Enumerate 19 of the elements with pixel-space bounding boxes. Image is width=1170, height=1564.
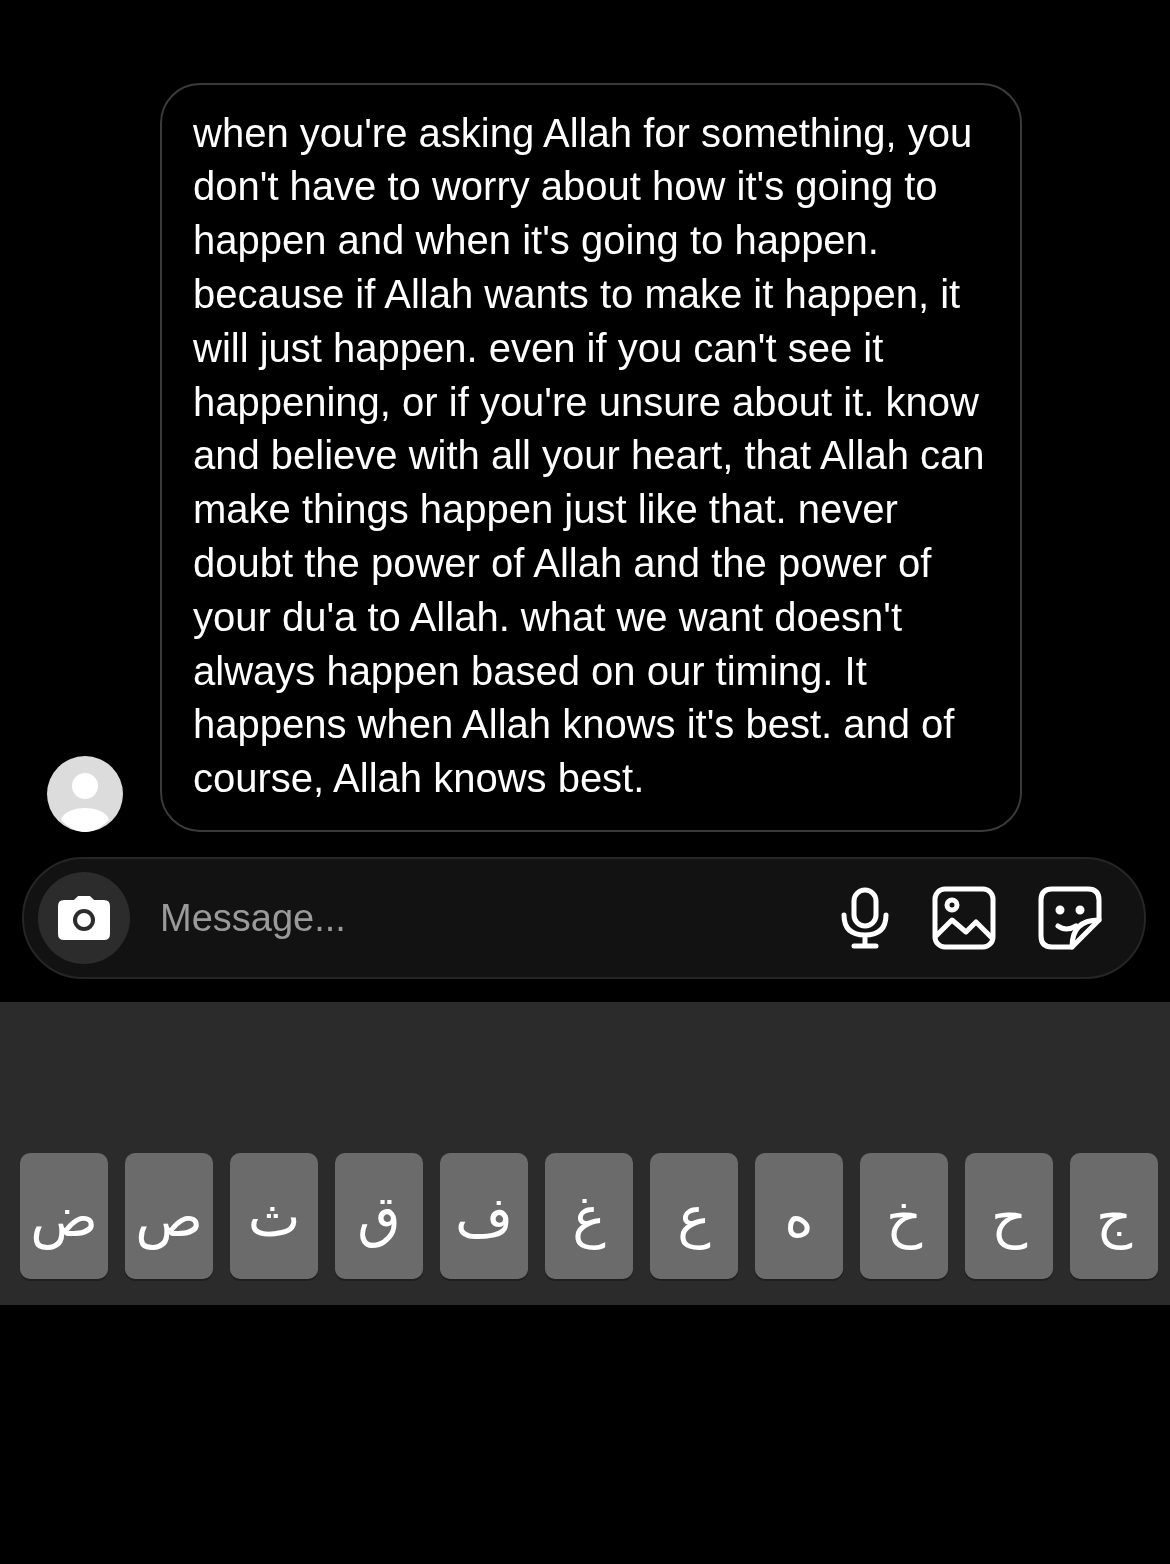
avatar-icon [47,756,123,832]
sticker-icon[interactable] [1038,886,1102,950]
keyboard-key[interactable]: ض [20,1153,108,1279]
keyboard-key[interactable]: ف [440,1153,528,1279]
keyboard-key[interactable]: ص [125,1153,213,1279]
keyboard-key[interactable]: ع [650,1153,738,1279]
keyboard-key[interactable]: ق [335,1153,423,1279]
keyboard-key[interactable]: خ [860,1153,948,1279]
gallery-icon[interactable] [932,886,996,950]
microphone-icon[interactable] [840,887,890,949]
camera-icon [58,896,110,940]
keyboard-key[interactable]: ج [1070,1153,1158,1279]
keyboard-key[interactable]: ث [230,1153,318,1279]
message-input[interactable]: Message... [158,895,840,941]
keyboard-key[interactable]: غ [545,1153,633,1279]
keyboard-key[interactable]: ح [965,1153,1053,1279]
message-text: when you're asking Allah for something, you don't have to worry about how it's going to happen and when it's going to happen. because if Allah wants to make it happen, it will just happen. even if you can't see it happening, or if you're unsure about it. know and believe with all your heart, that Allah can make things happen just like that. never doubt the power of Allah and the power of your du'a to Allah. what we want doesn't always happen based on our timing. It happens when Allah knows it's best. and of course, Allah knows best. [160,82,1022,832]
camera-button[interactable] [38,872,130,964]
keyboard-key[interactable]: ه [755,1153,843,1279]
